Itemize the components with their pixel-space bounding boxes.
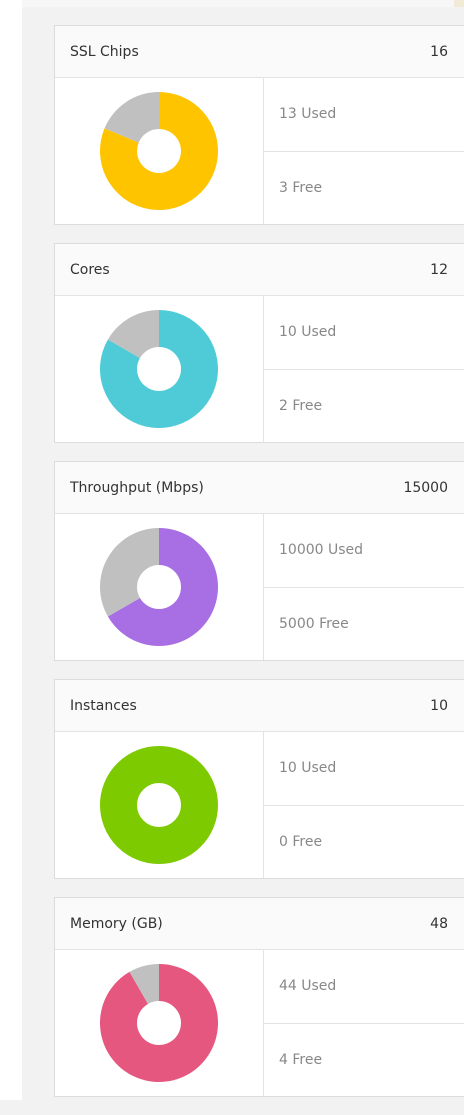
free-stat: 3 Free	[279, 179, 323, 196]
top-margin-strip	[22, 0, 464, 7]
donut-chart	[100, 746, 218, 864]
donut-chart	[100, 528, 218, 646]
card-title: Memory (GB)	[70, 915, 163, 932]
card-throughput: Throughput (Mbps) 15000 10000 Used 5000 …	[54, 461, 464, 661]
card-total: 12	[430, 261, 448, 278]
used-stat: 10 Used	[264, 296, 464, 370]
card-total: 15000	[403, 479, 448, 496]
card-title: SSL Chips	[70, 43, 139, 60]
donut-free-slice	[100, 528, 159, 617]
stats-cell: 10 Used 0 Free	[264, 732, 464, 878]
card-header: Instances 10	[55, 680, 464, 732]
stats-cell: 10 Used 2 Free	[264, 296, 464, 442]
card-header: Memory (GB) 48	[55, 898, 464, 950]
card-body: 10 Used 2 Free	[55, 296, 464, 442]
donut-chart-cell	[55, 732, 264, 878]
donut-chart-cell	[55, 296, 264, 442]
stats-cell: 13 Used 3 Free	[264, 78, 464, 224]
card-total: 10	[430, 697, 448, 714]
card-instances: Instances 10 10 Used 0 Free	[54, 679, 464, 879]
card-title: Cores	[70, 261, 110, 278]
donut-chart-cell	[55, 78, 264, 224]
card-cores: Cores 12 10 Used 2 Free	[54, 243, 464, 443]
card-body: 10000 Used 5000 Free	[55, 514, 464, 660]
stats-cell: 44 Used 4 Free	[264, 950, 464, 1096]
top-corner-accent	[454, 0, 464, 7]
used-stat: 10 Used	[264, 732, 464, 806]
used-stat: 10000 Used	[264, 514, 464, 588]
stats-cell: 10000 Used 5000 Free	[264, 514, 464, 660]
used-stat: 44 Used	[264, 950, 464, 1024]
donut-used-slice	[100, 746, 218, 864]
card-body: 10 Used 0 Free	[55, 732, 464, 878]
donut-chart	[99, 310, 218, 428]
card-title: Throughput (Mbps)	[70, 479, 204, 496]
resource-cards: SSL Chips 16 13 Used 3 Free Cores 12 10 …	[54, 25, 464, 1115]
donut-chart-cell	[55, 950, 264, 1096]
card-title: Instances	[70, 697, 137, 714]
left-margin-strip	[0, 0, 22, 1100]
card-total: 48	[430, 915, 448, 932]
free-stat: 4 Free	[279, 1051, 323, 1068]
used-stat: 13 Used	[264, 78, 464, 152]
free-stat: 2 Free	[279, 397, 323, 414]
card-header: Throughput (Mbps) 15000	[55, 462, 464, 514]
donut-chart	[100, 964, 218, 1082]
card-memory: Memory (GB) 48 44 Used 4 Free	[54, 897, 464, 1097]
free-stat: 0 Free	[279, 833, 323, 850]
card-body: 13 Used 3 Free	[55, 78, 464, 224]
free-stat: 5000 Free	[279, 615, 349, 632]
card-header: Cores 12	[55, 244, 464, 296]
donut-chart-cell	[55, 514, 264, 660]
donut-chart	[100, 92, 218, 210]
card-header: SSL Chips 16	[55, 26, 464, 78]
card-total: 16	[430, 43, 448, 60]
card-ssl-chips: SSL Chips 16 13 Used 3 Free	[54, 25, 464, 225]
card-body: 44 Used 4 Free	[55, 950, 464, 1096]
